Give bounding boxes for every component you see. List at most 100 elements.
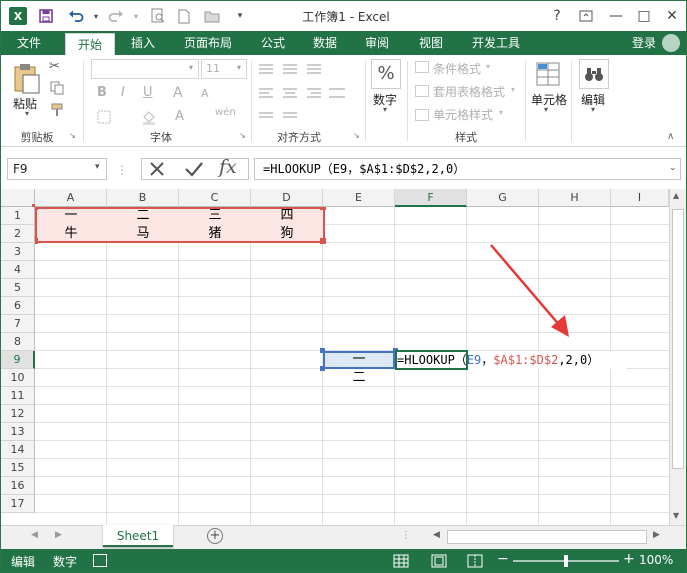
row-header-12[interactable]: 12 [1, 405, 35, 423]
scroll-down-icon[interactable]: ▼ [673, 511, 679, 520]
scroll-right-icon[interactable]: ▶ [653, 530, 660, 540]
column-header-C[interactable]: C [179, 189, 251, 207]
phonetic-guide-icon[interactable]: wén [215, 107, 236, 118]
print-preview-icon[interactable] [149, 7, 167, 25]
italic-button[interactable]: I [121, 85, 125, 100]
zoom-in-button[interactable]: + [623, 551, 635, 567]
sheet-tab-sheet1[interactable]: Sheet1 [103, 525, 173, 547]
tab-split-icon[interactable]: ⋮ [401, 530, 411, 541]
insert-function-icon[interactable]: fx [219, 156, 237, 178]
format-painter-icon[interactable] [50, 103, 64, 120]
cell-D2[interactable]: 狗 [251, 225, 323, 243]
row-header-14[interactable]: 14 [1, 441, 35, 459]
alignment-launcher-icon[interactable]: ↘ [353, 131, 360, 140]
format-as-table-button[interactable]: 套用表格格式 [433, 83, 505, 100]
column-header-F[interactable]: F [395, 189, 467, 207]
cell-B2[interactable]: 马 [107, 225, 179, 243]
cells-button[interactable]: 单元格 [531, 91, 567, 108]
cell-E9[interactable]: 一 [323, 351, 395, 369]
scroll-left-icon[interactable]: ◀ [433, 530, 440, 540]
align-lines-icon[interactable] [257, 61, 349, 128]
undo-icon[interactable] [67, 7, 85, 25]
clipboard-launcher-icon[interactable]: ↘ [69, 131, 76, 140]
cell-C1[interactable]: 三 [179, 207, 251, 225]
ribbon-display-options-icon[interactable] [573, 5, 599, 27]
fill-color-icon[interactable] [141, 109, 157, 128]
font-launcher-icon[interactable]: ↘ [239, 131, 246, 140]
add-sheet-icon[interactable]: + [207, 528, 223, 544]
table-format-dropdown-icon[interactable]: ▾ [511, 85, 515, 94]
row-header-4[interactable]: 4 [1, 261, 35, 279]
redo-icon[interactable] [107, 7, 125, 25]
new-file-icon[interactable] [175, 7, 193, 25]
row-header-2[interactable]: 2 [1, 225, 35, 243]
column-header-G[interactable]: G [467, 189, 539, 207]
tab-file[interactable]: 文件 [1, 31, 57, 55]
table-format-icon[interactable] [415, 85, 429, 97]
percent-icon[interactable]: % [371, 59, 401, 89]
cell-A1[interactable]: 一 [35, 207, 107, 225]
page-break-view-icon[interactable] [467, 554, 483, 571]
conditional-format-icon[interactable] [415, 61, 429, 73]
editing-dropdown-icon[interactable]: ▾ [591, 105, 595, 114]
row-header-6[interactable]: 6 [1, 297, 35, 315]
font-size-dropdown-icon[interactable]: ▾ [237, 63, 241, 72]
macro-record-icon[interactable] [93, 554, 107, 567]
font-color-icon[interactable]: A [175, 109, 184, 124]
prev-sheet-icon[interactable]: ◀ [31, 530, 38, 540]
vertical-scrollbar[interactable]: ▲ ▼ [669, 189, 686, 525]
conditional-format-dropdown-icon[interactable]: ▾ [486, 62, 490, 71]
expand-formula-bar-icon[interactable]: ⌄ [669, 163, 677, 173]
row-header-17[interactable]: 17 [1, 495, 35, 513]
f9-edit-text[interactable]: =HLOOKUP（E9，$A$1:$D$2,2,0） [397, 351, 599, 369]
row-header-13[interactable]: 13 [1, 423, 35, 441]
normal-view-icon[interactable] [393, 554, 409, 571]
save-icon[interactable] [37, 7, 55, 25]
zoom-slider-thumb[interactable] [564, 555, 568, 567]
copy-icon[interactable] [50, 81, 64, 98]
border-icon[interactable] [97, 110, 111, 127]
decrease-font-button[interactable]: A [201, 87, 209, 100]
row-header-7[interactable]: 7 [1, 315, 35, 333]
worksheet-grid[interactable]: 一 二 三 四 牛 马 猪 狗 一 二 =HLOOKUP（E9，$A$1:$D$… [1, 189, 669, 525]
vertical-scroll-thumb[interactable] [672, 209, 684, 469]
column-header-E[interactable]: E [323, 189, 395, 207]
tab-data[interactable]: 数据 [303, 31, 347, 55]
row-header-1[interactable]: 1 [1, 207, 35, 225]
cell-styles-dropdown-icon[interactable]: ▾ [499, 108, 503, 117]
scroll-up-icon[interactable]: ▲ [673, 191, 679, 200]
formula-bar-grip-icon[interactable]: ⋮ [113, 161, 131, 179]
cell-styles-icon[interactable] [415, 109, 429, 121]
row-header-10[interactable]: 10 [1, 369, 35, 387]
undo-dropdown-icon[interactable]: ▾ [87, 7, 105, 25]
enter-icon[interactable] [183, 159, 205, 182]
zoom-level[interactable]: 100% [639, 553, 673, 567]
number-dropdown-icon[interactable]: ▾ [383, 105, 387, 114]
column-header-I[interactable]: I [611, 189, 669, 207]
cell-styles-button[interactable]: 单元格样式 [433, 106, 493, 123]
column-header-H[interactable]: H [539, 189, 611, 207]
cell-D1[interactable]: 四 [251, 207, 323, 225]
font-name-combo[interactable] [91, 59, 199, 79]
row-header-16[interactable]: 16 [1, 477, 35, 495]
cell-A2[interactable]: 牛 [35, 225, 107, 243]
minimize-button[interactable]: — [603, 5, 629, 27]
name-box[interactable]: F9 [7, 158, 107, 180]
tab-formulas[interactable]: 公式 [251, 31, 295, 55]
row-header-8[interactable]: 8 [1, 333, 35, 351]
row-header-5[interactable]: 5 [1, 279, 35, 297]
page-layout-view-icon[interactable] [431, 554, 447, 571]
increase-font-button[interactable]: A [173, 85, 183, 101]
name-box-dropdown-icon[interactable]: ▾ [95, 162, 100, 172]
column-header-B[interactable]: B [107, 189, 179, 207]
login-link[interactable]: 登录 [632, 31, 656, 55]
row-header-15[interactable]: 15 [1, 459, 35, 477]
cells-icon[interactable] [535, 61, 561, 90]
tab-view[interactable]: 视图 [409, 31, 453, 55]
font-name-dropdown-icon[interactable]: ▾ [189, 63, 193, 72]
tab-home[interactable]: 开始 [65, 33, 115, 55]
cut-icon[interactable]: ✂ [49, 59, 60, 74]
formula-input[interactable]: =HLOOKUP（E9，$A$1:$D$2,2,0） [254, 158, 681, 180]
cell-E10[interactable]: 二 [323, 369, 395, 387]
avatar[interactable] [662, 34, 680, 52]
